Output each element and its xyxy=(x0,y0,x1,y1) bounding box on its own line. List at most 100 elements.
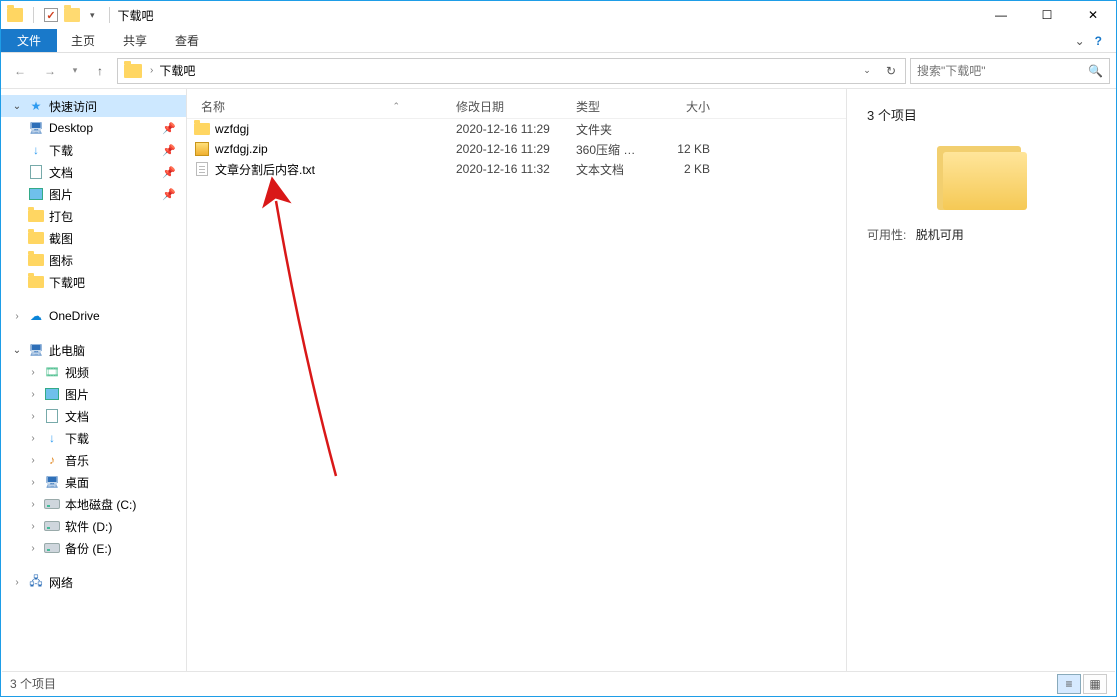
picture-icon xyxy=(27,186,45,202)
expand-icon[interactable]: ⌄ xyxy=(11,101,23,112)
nav-pc-item[interactable]: ›本地磁盘 (C:) xyxy=(1,493,186,515)
nav-label: 截图 xyxy=(49,230,73,247)
expand-icon[interactable]: › xyxy=(27,389,39,400)
expand-icon[interactable]: › xyxy=(27,367,39,378)
file-size: 12 KB xyxy=(648,142,718,156)
address-bar[interactable]: › 下载吧 ⌄ ↻ xyxy=(117,58,906,84)
tab-home[interactable]: 主页 xyxy=(57,29,109,52)
details-view-button[interactable]: ≡ xyxy=(1057,674,1081,694)
nav-label: 下载 xyxy=(65,430,89,447)
nav-quick-item[interactable]: 文档📌 xyxy=(1,161,186,183)
tab-share[interactable]: 共享 xyxy=(109,29,161,52)
nav-pc-item[interactable]: ›备份 (E:) xyxy=(1,537,186,559)
navigation-pane: ⌄ ★ 快速访问 🖥Desktop📌 ↓下载📌 文档📌 图片📌 打包 截图 图标… xyxy=(1,89,187,672)
nav-quick-item[interactable]: 图片📌 xyxy=(1,183,186,205)
nav-quick-item[interactable]: 🖥Desktop📌 xyxy=(1,117,186,139)
file-date: 2020-12-16 11:29 xyxy=(448,142,568,156)
main-area: ⌄ ★ 快速访问 🖥Desktop📌 ↓下载📌 文档📌 图片📌 打包 截图 图标… xyxy=(1,89,1116,672)
nav-quick-item[interactable]: ↓下载📌 xyxy=(1,139,186,161)
help-button[interactable]: ? xyxy=(1095,29,1116,52)
expand-icon[interactable]: › xyxy=(11,577,23,588)
address-dropdown-button[interactable]: ⌄ xyxy=(855,59,879,83)
status-text: 3 个项目 xyxy=(10,675,56,692)
icons-view-button[interactable]: ▦ xyxy=(1083,674,1107,694)
content-area: 名称⌃ 修改日期 类型 大小 wzfdgj 2020-12-16 11:29 文… xyxy=(187,89,1116,672)
zip-icon xyxy=(193,142,211,156)
column-type[interactable]: 类型 xyxy=(568,98,648,115)
help-icon: ? xyxy=(1095,34,1102,48)
maximize-button[interactable]: ☐ xyxy=(1024,1,1070,29)
expand-icon[interactable]: › xyxy=(27,433,39,444)
arrow-right-icon: → xyxy=(44,64,56,78)
forward-button[interactable]: → xyxy=(37,58,63,84)
breadcrumb-separator-icon[interactable]: › xyxy=(146,65,157,76)
ribbon-expand-button[interactable]: ⌄ xyxy=(1065,29,1095,52)
properties-qat-icon[interactable]: ✓ xyxy=(44,8,58,22)
breadcrumb[interactable]: 下载吧 xyxy=(157,62,197,79)
nav-label: 网络 xyxy=(49,574,73,591)
column-size[interactable]: 大小 xyxy=(648,98,718,115)
refresh-button[interactable]: ↻ xyxy=(879,59,903,83)
nav-label: 文档 xyxy=(65,408,89,425)
nav-quick-item[interactable]: 截图 xyxy=(1,227,186,249)
file-date: 2020-12-16 11:32 xyxy=(448,162,568,176)
expand-icon[interactable]: › xyxy=(27,499,39,510)
search-icon[interactable]: 🔍 xyxy=(1088,64,1103,78)
column-date[interactable]: 修改日期 xyxy=(448,98,568,115)
search-box[interactable]: 🔍 xyxy=(910,58,1110,84)
nav-pc-item[interactable]: ›🎞视频 xyxy=(1,361,186,383)
back-button[interactable]: ← xyxy=(7,58,33,84)
nav-quick-item[interactable]: 图标 xyxy=(1,249,186,271)
expand-icon[interactable]: › xyxy=(11,311,23,322)
expand-icon[interactable]: › xyxy=(27,455,39,466)
close-button[interactable]: ✕ xyxy=(1070,1,1116,29)
desktop-icon: 🖥 xyxy=(27,120,45,136)
close-icon: ✕ xyxy=(1088,8,1098,22)
recent-locations-button[interactable]: ▾ xyxy=(67,58,83,84)
expand-icon[interactable]: › xyxy=(27,411,39,422)
folder-icon xyxy=(193,123,211,135)
nav-pc-item[interactable]: ›软件 (D:) xyxy=(1,515,186,537)
nav-this-pc[interactable]: ⌄ 🖥 此电脑 xyxy=(1,339,186,361)
nav-label: 此电脑 xyxy=(49,342,85,359)
chevron-down-icon: ⌄ xyxy=(863,65,871,76)
minimize-icon: — xyxy=(995,8,1007,22)
minimize-button[interactable]: — xyxy=(978,1,1024,29)
nav-label: 打包 xyxy=(49,208,73,225)
icons-view-icon: ▦ xyxy=(1089,677,1100,691)
file-size: 2 KB xyxy=(648,162,718,176)
nav-quick-item[interactable]: 下载吧 xyxy=(1,271,186,293)
expand-icon[interactable]: ⌄ xyxy=(11,345,23,356)
new-folder-qat-icon[interactable] xyxy=(64,8,80,22)
document-icon xyxy=(27,164,45,180)
chevron-down-icon: ⌄ xyxy=(1075,34,1085,48)
nav-network[interactable]: › 🖧 网络 xyxy=(1,571,186,593)
expand-icon[interactable]: › xyxy=(27,521,39,532)
column-name[interactable]: 名称⌃ xyxy=(193,98,448,115)
folder-icon xyxy=(27,274,45,290)
folder-icon[interactable] xyxy=(7,8,23,22)
nav-onedrive[interactable]: › ☁ OneDrive xyxy=(1,305,186,327)
folder-icon xyxy=(27,252,45,268)
folder-thumbnail-icon xyxy=(937,138,1027,210)
search-input[interactable] xyxy=(917,64,1088,78)
expand-icon[interactable]: › xyxy=(27,543,39,554)
up-button[interactable]: ↑ xyxy=(87,58,113,84)
nav-pc-item[interactable]: ›♪音乐 xyxy=(1,449,186,471)
pin-icon: 📌 xyxy=(162,122,176,135)
tab-view[interactable]: 查看 xyxy=(161,29,213,52)
nav-pc-item[interactable]: › 文档 xyxy=(1,405,186,427)
qat-customize-chevron-icon[interactable]: ▾ xyxy=(86,10,99,21)
nav-quick-item[interactable]: 打包 xyxy=(1,205,186,227)
file-tab[interactable]: 文件 xyxy=(1,29,57,52)
star-icon: ★ xyxy=(27,98,45,114)
file-row[interactable]: wzfdgj.zip 2020-12-16 11:29 360压缩 Z... 1… xyxy=(187,139,846,159)
file-list[interactable]: 名称⌃ 修改日期 类型 大小 wzfdgj 2020-12-16 11:29 文… xyxy=(187,89,846,672)
expand-icon[interactable]: › xyxy=(27,477,39,488)
nav-pc-item[interactable]: ›🖥桌面 xyxy=(1,471,186,493)
file-row[interactable]: 文章分割后内容.txt 2020-12-16 11:32 文本文档 2 KB xyxy=(187,159,846,179)
nav-pc-item[interactable]: ›图片 xyxy=(1,383,186,405)
nav-quick-access[interactable]: ⌄ ★ 快速访问 xyxy=(1,95,186,117)
nav-pc-item[interactable]: ›↓下载 xyxy=(1,427,186,449)
file-row[interactable]: wzfdgj 2020-12-16 11:29 文件夹 xyxy=(187,119,846,139)
